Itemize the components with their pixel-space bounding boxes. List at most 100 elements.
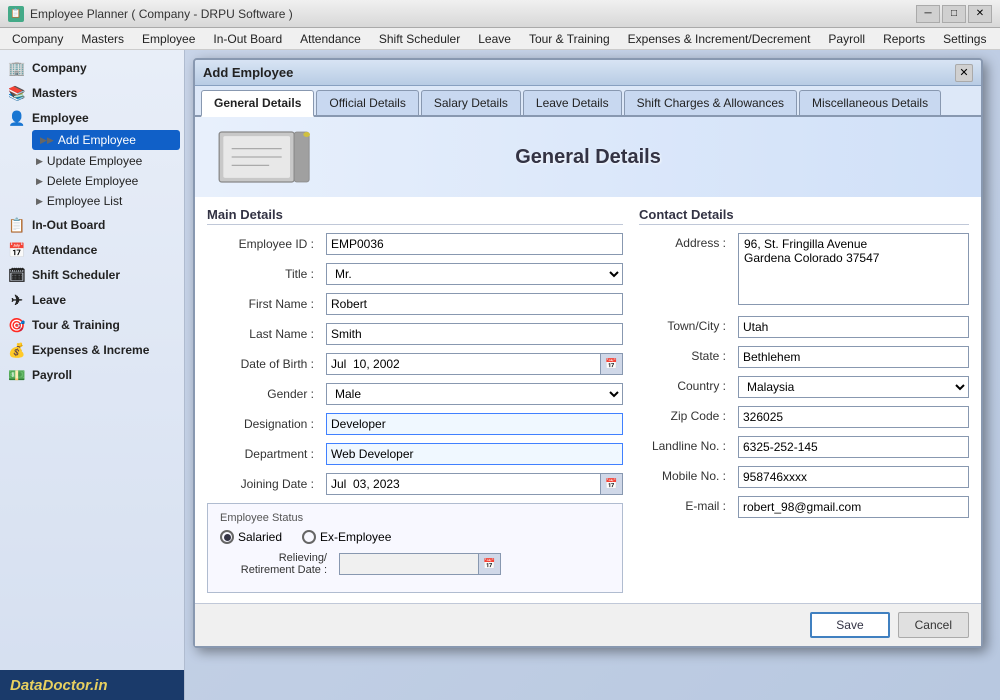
menu-shift[interactable]: Shift Scheduler	[371, 30, 468, 48]
gender-row: Gender : Male Female	[207, 383, 623, 405]
sidebar-group-attendance-label: Attendance	[32, 243, 97, 257]
designation-input[interactable]	[326, 413, 623, 435]
first-name-label: First Name :	[207, 297, 322, 311]
sidebar-group-leave[interactable]: ✈ Leave	[0, 286, 184, 311]
tab-leave[interactable]: Leave Details	[523, 90, 622, 115]
email-label: E-mail :	[639, 496, 734, 513]
add-employee-label: Add Employee	[58, 133, 136, 147]
menu-expenses[interactable]: Expenses & Increment/Decrement	[620, 30, 819, 48]
menu-settings[interactable]: Settings	[935, 30, 994, 48]
zipcode-input[interactable]	[738, 406, 969, 428]
relieving-calendar-button[interactable]: 📅	[479, 553, 501, 575]
sidebar-item-employee-list[interactable]: ▶ Employee List	[28, 191, 184, 211]
address-textarea[interactable]: 96, St. Fringilla Avenue Gardena Colorad…	[738, 233, 969, 305]
menu-employee[interactable]: Employee	[134, 30, 203, 48]
joining-date-calendar-button[interactable]: 📅	[601, 473, 623, 495]
salaried-radio-circle	[220, 530, 234, 544]
save-button[interactable]: Save	[810, 612, 889, 638]
joining-date-input[interactable]	[326, 473, 601, 495]
sidebar-group-inout[interactable]: 📋 In-Out Board	[0, 211, 184, 236]
town-input[interactable]	[738, 316, 969, 338]
tab-official[interactable]: Official Details	[316, 90, 418, 115]
close-button[interactable]: ✕	[968, 5, 992, 23]
menu-bar: Company Masters Employee In-Out Board At…	[0, 28, 1000, 50]
last-name-input[interactable]	[326, 323, 623, 345]
landline-input[interactable]	[738, 436, 969, 458]
contact-details-section: Contact Details Address : 96, St. Fringi…	[639, 207, 969, 593]
menu-company[interactable]: Company	[4, 30, 71, 48]
tab-shift[interactable]: Shift Charges & Allowances	[624, 90, 797, 115]
menu-masters[interactable]: Masters	[73, 30, 132, 48]
ex-employee-radio-circle	[302, 530, 316, 544]
sidebar-group-shift[interactable]: 🗓 Shift Scheduler	[0, 261, 184, 286]
menu-attendance[interactable]: Attendance	[292, 30, 369, 48]
app-icon: 📋	[8, 6, 24, 22]
sidebar-item-add-employee[interactable]: ▶▶ Add Employee	[32, 130, 180, 150]
employee-sub-menu: ▶▶ Add Employee ▶ Update Employee ▶ Dele…	[0, 130, 184, 211]
department-input[interactable]	[326, 443, 623, 465]
sidebar-group-tour[interactable]: 🎯 Tour & Training	[0, 311, 184, 336]
menu-mail[interactable]: Mail	[996, 30, 1000, 48]
sidebar-item-update-employee[interactable]: ▶ Update Employee	[28, 151, 184, 171]
dialog-body: General Details Main Details Employee ID…	[195, 117, 981, 646]
joining-date-label: Joining Date :	[207, 477, 322, 491]
employee-id-input[interactable]	[326, 233, 623, 255]
sidebar-group-masters[interactable]: 📚 Masters	[0, 79, 184, 104]
menu-payroll[interactable]: Payroll	[820, 30, 873, 48]
minimize-button[interactable]: ─	[916, 5, 940, 23]
tab-misc[interactable]: Miscellaneous Details	[799, 90, 941, 115]
sidebar-group-employee[interactable]: 👤 Employee	[0, 104, 184, 129]
dob-input[interactable]	[326, 353, 601, 375]
sidebar-group-employee-label: Employee	[32, 111, 89, 125]
tab-general[interactable]: General Details	[201, 90, 314, 117]
zipcode-label: Zip Code :	[639, 406, 734, 423]
sidebar-group-inout-label: In-Out Board	[32, 218, 105, 232]
company-icon: 🏢	[8, 59, 26, 77]
gender-select[interactable]: Male Female	[326, 383, 623, 405]
ex-employee-label: Ex-Employee	[320, 530, 391, 544]
designation-label: Designation :	[207, 417, 322, 431]
relieving-label: Relieving/Retirement Date :	[220, 552, 335, 576]
employee-status-section: Employee Status Salaried Ex-Employee	[207, 503, 623, 593]
app-title: Employee Planner ( Company - DRPU Softwa…	[30, 7, 916, 21]
title-select[interactable]: Mr. Mrs. Ms. Dr.	[326, 263, 623, 285]
maximize-button[interactable]: □	[942, 5, 966, 23]
salaried-label: Salaried	[238, 530, 282, 544]
masters-icon: 📚	[8, 84, 26, 102]
cancel-button[interactable]: Cancel	[898, 612, 969, 638]
state-input[interactable]	[738, 346, 969, 368]
menu-tour[interactable]: Tour & Training	[521, 30, 618, 48]
dob-wrapper: 📅	[326, 353, 623, 375]
menu-leave[interactable]: Leave	[470, 30, 519, 48]
menu-reports[interactable]: Reports	[875, 30, 933, 48]
sidebar-group-payroll[interactable]: 💵 Payroll	[0, 361, 184, 386]
dob-row: Date of Birth : 📅	[207, 353, 623, 375]
sidebar-group-company[interactable]: 🏢 Company	[0, 54, 184, 79]
first-name-input[interactable]	[326, 293, 623, 315]
sidebar-group-masters-label: Masters	[32, 86, 77, 100]
tour-icon: 🎯	[8, 316, 26, 334]
sidebar-group-expenses[interactable]: 💰 Expenses & Increme	[0, 336, 184, 361]
ex-employee-radio[interactable]: Ex-Employee	[302, 530, 391, 544]
country-select[interactable]: Malaysia USA UK India Australia	[738, 376, 969, 398]
dob-calendar-button[interactable]: 📅	[601, 353, 623, 375]
mobile-input[interactable]	[738, 466, 969, 488]
inout-icon: 📋	[8, 216, 26, 234]
designation-row: Designation :	[207, 413, 623, 435]
last-name-label: Last Name :	[207, 327, 322, 341]
dialog-close-button[interactable]: ✕	[955, 64, 973, 82]
state-row: State :	[639, 346, 969, 368]
menu-inout[interactable]: In-Out Board	[205, 30, 290, 48]
salaried-radio[interactable]: Salaried	[220, 530, 282, 544]
landline-row: Landline No. :	[639, 436, 969, 458]
delete-employee-label: Delete Employee	[47, 174, 138, 188]
email-input[interactable]	[738, 496, 969, 518]
sidebar-group-attendance[interactable]: 📅 Attendance	[0, 236, 184, 261]
sidebar-item-delete-employee[interactable]: ▶ Delete Employee	[28, 171, 184, 191]
bottom-bar: DataDoctor.in	[0, 670, 185, 700]
sidebar-group-expenses-label: Expenses & Increme	[32, 343, 149, 357]
mobile-row: Mobile No. :	[639, 466, 969, 488]
tab-salary[interactable]: Salary Details	[421, 90, 521, 115]
decoration-svg	[215, 127, 315, 187]
relieving-date-input[interactable]	[339, 553, 479, 575]
